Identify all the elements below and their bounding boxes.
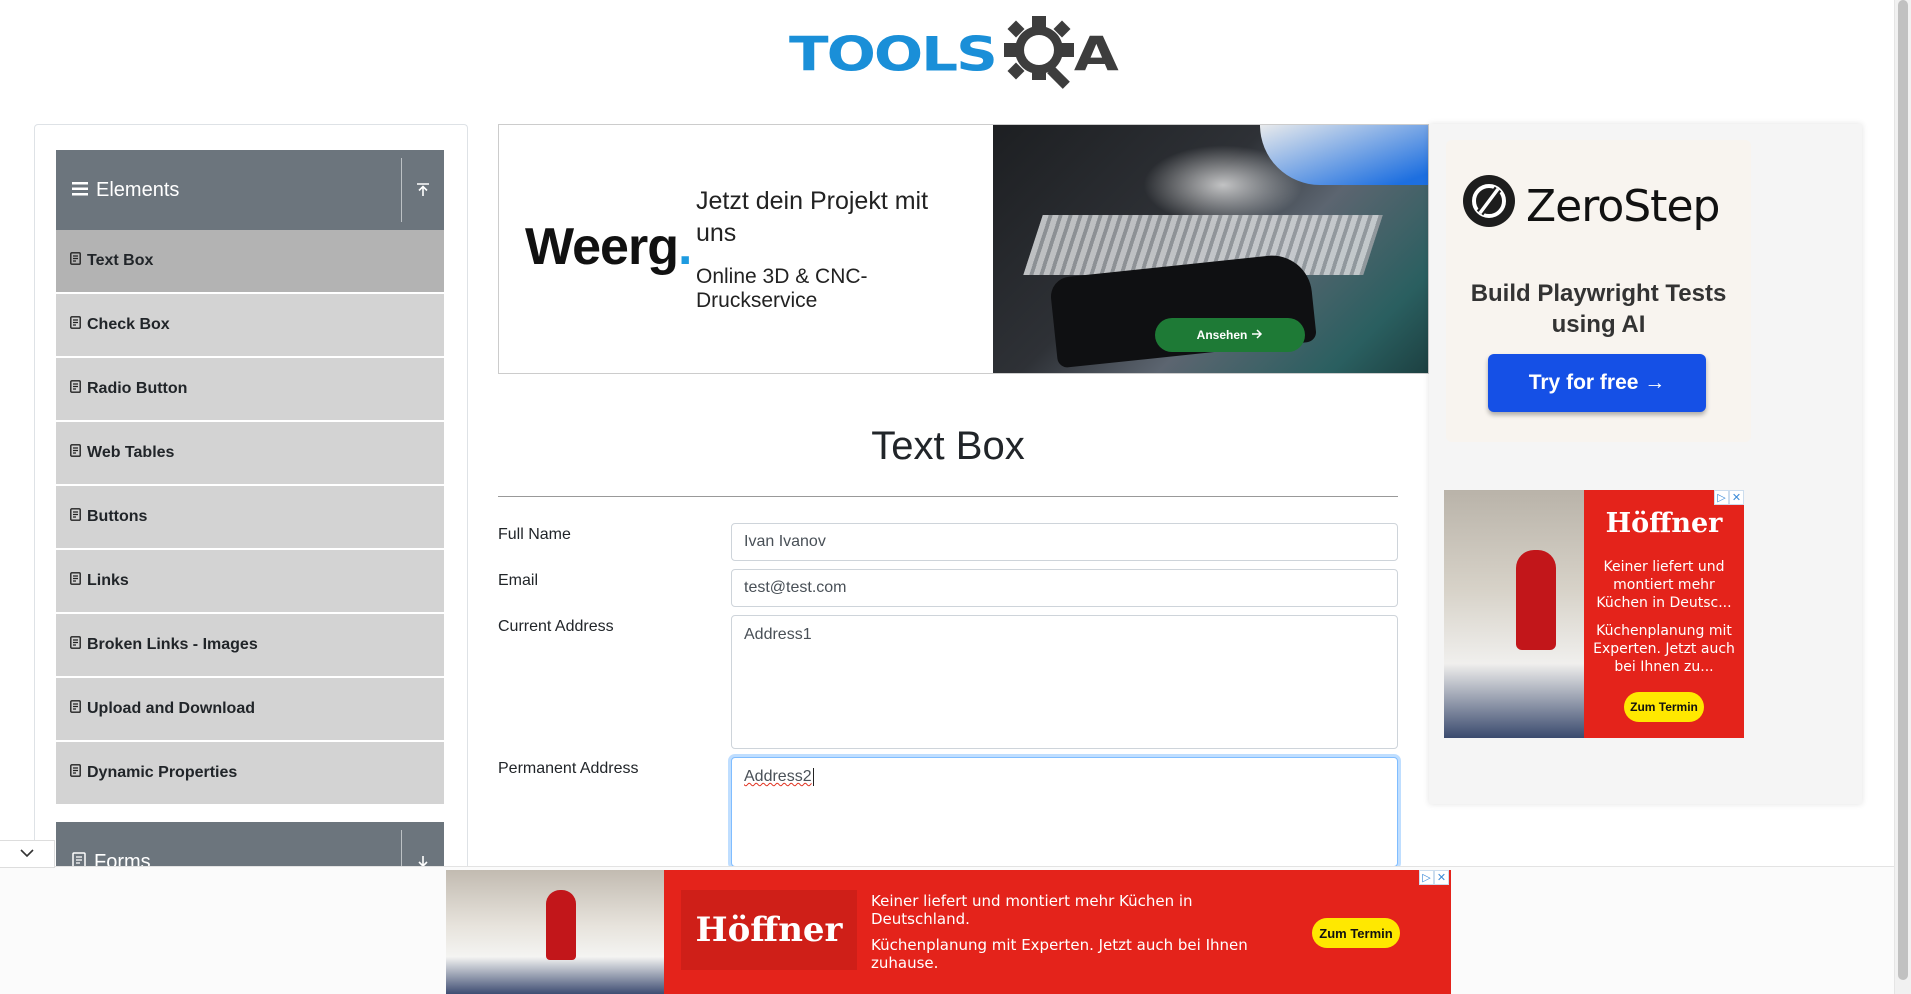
- sidebar-item-upload-and-download[interactable]: Upload and Download: [56, 678, 444, 740]
- sidebar-item-label: Radio Button: [87, 380, 188, 397]
- ad-info-icon[interactable]: ▷: [1419, 870, 1434, 885]
- ad-info-icon[interactable]: ▷: [1714, 490, 1729, 505]
- menu-item-icon: [70, 764, 81, 782]
- ad-subline: Online 3D & CNC-Druckservice: [696, 265, 868, 312]
- ad-banner-weerg[interactable]: Weerg. Jetzt dein Projekt mit uns Online…: [498, 124, 1429, 374]
- sidebar-item-text-box[interactable]: Text Box: [56, 230, 444, 292]
- hoffner-text-1: Keiner liefert und montiert mehr Küchen …: [1596, 559, 1732, 611]
- full-name-label: Full Name: [498, 526, 571, 543]
- menu-item-icon: [70, 252, 81, 270]
- full-name-input[interactable]: Ivan Ivanov: [731, 523, 1398, 561]
- ad-headline: Jetzt dein Projekt mit uns: [696, 187, 929, 247]
- permanent-address-label: Permanent Address: [498, 760, 639, 777]
- email-label: Email: [498, 572, 539, 589]
- hamburger-icon: [72, 179, 88, 202]
- hoffner-text-2: Küchenplanung mit Experten. Jetzt auch b…: [1593, 623, 1735, 675]
- zerostep-subline: Build Playwright Tests using AI: [1470, 280, 1727, 338]
- ad-close-icon[interactable]: ✕: [1434, 870, 1449, 885]
- sidebar-item-broken-links-images[interactable]: Broken Links - Images: [56, 614, 444, 676]
- menu-item-icon: [70, 636, 81, 654]
- sidebar-item-label: Check Box: [87, 316, 170, 333]
- group-header-label: Elements: [96, 178, 180, 201]
- sidebar-item-label: Broken Links - Images: [87, 636, 258, 653]
- ad-close-icon[interactable]: ✕: [1729, 490, 1744, 505]
- ad-text-line-2: Küchenplanung mit Experten. Jetzt auch b…: [871, 936, 1248, 972]
- sidebar-item-label: Links: [87, 572, 129, 589]
- zum-termin-button[interactable]: Zum Termin: [1312, 918, 1400, 948]
- ad-kitchen-photo: [446, 870, 664, 994]
- group-header-elements[interactable]: Elements: [56, 150, 444, 230]
- sidebar-item-buttons[interactable]: Buttons: [56, 486, 444, 548]
- ad-kitchen-photo: [1444, 490, 1584, 738]
- ad-hoffner-bottom[interactable]: Höffner Keiner liefert und montiert mehr…: [446, 870, 1451, 994]
- try-for-free-button[interactable]: Try for free →: [1488, 354, 1706, 412]
- site-logo[interactable]: TOOLS A: [789, 14, 1119, 95]
- sidebar-item-label: Text Box: [87, 252, 154, 269]
- hoffner-brand: Höffner: [681, 890, 857, 970]
- zerostep-logo-icon: [1462, 174, 1516, 239]
- menu-item-icon: [70, 508, 81, 526]
- weerg-logo: Weerg.: [525, 218, 692, 276]
- sidebar-item-label: Dynamic Properties: [87, 764, 238, 781]
- upload-icon[interactable]: [402, 182, 444, 198]
- ad-text-line-1: Keiner liefert und montiert mehr Küchen …: [871, 892, 1193, 928]
- menu-item-icon: [70, 380, 81, 398]
- menu-item-icon: [70, 316, 81, 334]
- menu-item-icon: [70, 700, 81, 718]
- current-address-label: Current Address: [498, 618, 614, 635]
- arrow-right-icon: [1251, 328, 1263, 342]
- page-title: Text Box: [871, 424, 1025, 468]
- sidebar-item-check-box[interactable]: Check Box: [56, 294, 444, 356]
- sidebar-item-label: Buttons: [87, 508, 148, 525]
- sidebar-item-label: Web Tables: [87, 444, 175, 461]
- ansehen-button[interactable]: Ansehen: [1155, 318, 1305, 352]
- permanent-address-textarea[interactable]: Address2: [731, 757, 1398, 867]
- sidebar-item-label: Upload and Download: [87, 700, 255, 717]
- sidebar-item-links[interactable]: Links: [56, 550, 444, 612]
- sidebar-item-web-tables[interactable]: Web Tables: [56, 422, 444, 484]
- ad-zerostep[interactable]: ZeroStep Build Playwright Tests using AI…: [1446, 140, 1751, 442]
- email-input[interactable]: test@test.com: [731, 569, 1398, 607]
- logo-tools-text: TOOLS: [789, 26, 998, 82]
- left-menu-panel: Elements Text Box Check Box Radio Button We…: [34, 124, 468, 884]
- sidebar-item-dynamic-properties[interactable]: Dynamic Properties: [56, 742, 444, 804]
- collapse-ad-button[interactable]: [0, 840, 55, 868]
- current-address-textarea[interactable]: Address1: [731, 615, 1398, 749]
- right-ad-column: ZeroStep Build Playwright Tests using AI…: [1429, 124, 1862, 804]
- menu-item-icon: [70, 572, 81, 590]
- sidebar-item-radio-button[interactable]: Radio Button: [56, 358, 444, 420]
- ad-product-image: Ansehen: [993, 125, 1428, 373]
- page-scrollbar[interactable]: [1894, 0, 1911, 994]
- zum-termin-button[interactable]: Zum Termin: [1624, 692, 1704, 722]
- menu-item-icon: [70, 444, 81, 462]
- gear-magnifier-icon: [1000, 14, 1080, 95]
- chevron-down-icon: [20, 845, 34, 863]
- hoffner-brand: Höffner: [1605, 508, 1723, 539]
- logo-a-text: A: [1073, 26, 1119, 82]
- ad-text: Keiner liefert und montiert mehr Küchen …: [871, 892, 1281, 980]
- zerostep-brand: ZeroStep: [1462, 174, 1720, 239]
- ad-hoffner-side[interactable]: Höffner Keiner liefert und montiert mehr…: [1444, 490, 1744, 738]
- title-divider: [498, 496, 1398, 497]
